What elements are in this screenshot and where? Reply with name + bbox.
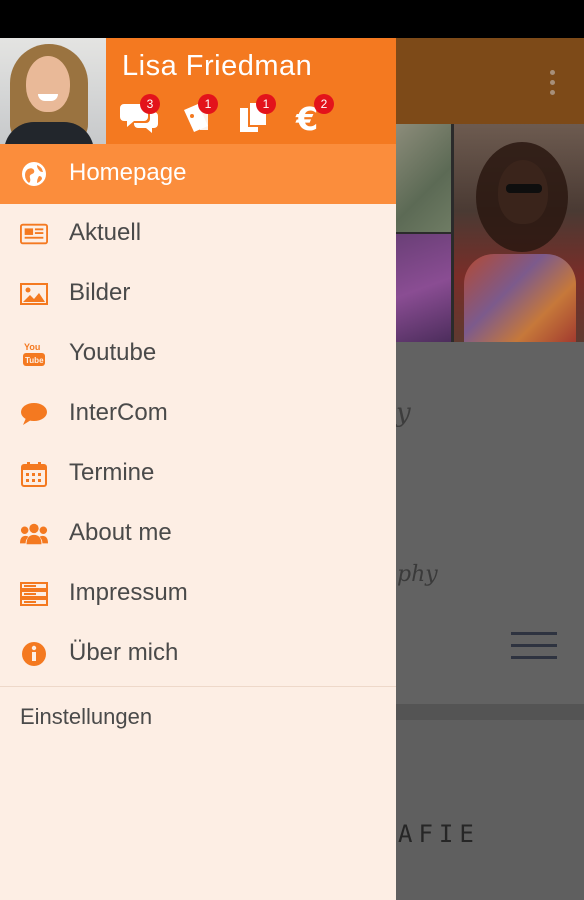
header-icon-row: 3 1 1 € 2 xyxy=(118,94,350,138)
menu-item-label: Bilder xyxy=(69,279,131,306)
menu-item-label: Homepage xyxy=(69,159,187,186)
background-divider xyxy=(396,704,584,720)
status-bar xyxy=(0,0,584,38)
menu-item-homepage[interactable]: Homepage xyxy=(0,144,396,204)
menu-divider xyxy=(0,686,396,687)
overflow-menu-icon[interactable] xyxy=(550,70,556,95)
users-icon xyxy=(20,520,48,548)
menu-item-aktuell[interactable]: Aktuell xyxy=(0,204,396,264)
server-icon xyxy=(20,580,48,608)
menu-item-intercom[interactable]: InterCom xyxy=(0,384,396,444)
messages-button[interactable]: 3 xyxy=(118,94,176,138)
menu-item-label: Über mich xyxy=(69,639,179,666)
info-icon xyxy=(20,640,48,668)
youtube-icon: You Tube xyxy=(20,340,48,368)
background-lower-section xyxy=(396,720,584,900)
menu-item-impressum[interactable]: Impressum xyxy=(0,564,396,624)
user-name: Lisa Friedman xyxy=(122,50,313,82)
menu-item-label: About me xyxy=(69,519,172,546)
globe-icon xyxy=(20,160,48,188)
tickets-button[interactable]: 1 xyxy=(176,94,234,138)
avatar[interactable] xyxy=(0,38,106,144)
photo-thumbnail xyxy=(396,124,451,232)
menu-item-ueber-mich[interactable]: Über mich xyxy=(0,624,396,684)
svg-text:Tube: Tube xyxy=(25,356,44,365)
svg-text:You: You xyxy=(24,342,40,352)
navigation-drawer: Lisa Friedman 3 1 1 € 2 Homepage Aktuell… xyxy=(0,38,396,900)
calendar-icon xyxy=(20,460,48,488)
menu-item-termine[interactable]: Termine xyxy=(0,444,396,504)
payments-button[interactable]: € 2 xyxy=(292,94,350,138)
documents-button[interactable]: 1 xyxy=(234,94,292,138)
badge-count: 1 xyxy=(256,94,276,114)
background-label: AFIE xyxy=(398,820,480,848)
speech-bubble-icon xyxy=(20,400,48,428)
drawer-menu: Homepage Aktuell Bilder You Tube Youtube … xyxy=(0,144,396,687)
photo-thumbnail xyxy=(454,124,584,342)
badge-count: 3 xyxy=(140,94,160,114)
picture-icon xyxy=(20,280,48,308)
settings-link[interactable]: Einstellungen xyxy=(20,704,152,730)
badge-count: 1 xyxy=(198,94,218,114)
menu-item-label: Termine xyxy=(69,459,155,486)
menu-item-label: Impressum xyxy=(69,579,188,606)
background-glyph: y xyxy=(396,398,411,428)
menu-item-label: Aktuell xyxy=(69,219,142,246)
menu-item-label: Youtube xyxy=(69,339,157,366)
badge-count: 2 xyxy=(314,94,334,114)
menu-item-label: InterCom xyxy=(69,399,168,426)
photo-grid xyxy=(396,124,584,342)
drawer-header: Lisa Friedman 3 1 1 € 2 xyxy=(0,38,396,144)
menu-item-bilder[interactable]: Bilder xyxy=(0,264,396,324)
menu-item-about-me[interactable]: About me xyxy=(0,504,396,564)
background-subtitle: phy xyxy=(397,562,438,587)
menu-item-youtube[interactable]: You Tube Youtube xyxy=(0,324,396,384)
newspaper-icon xyxy=(20,220,48,248)
hamburger-menu-icon[interactable] xyxy=(511,632,557,659)
photo-thumbnail xyxy=(396,234,451,342)
